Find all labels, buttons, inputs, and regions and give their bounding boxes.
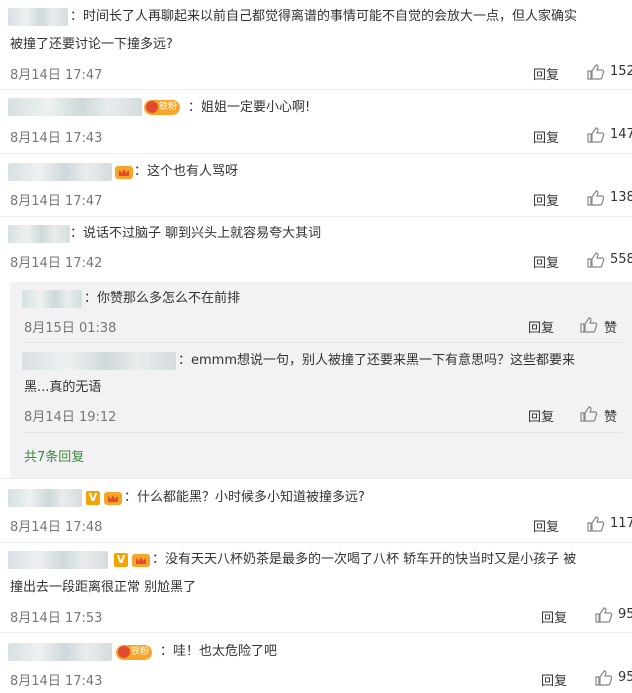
reply-button[interactable]: 回复 (528, 406, 554, 425)
thumbs-up-icon[interactable] (580, 406, 598, 422)
like-count: 95 (618, 607, 632, 622)
like-count: 558 (610, 252, 632, 267)
comment-text-cont: 撞出去一段距离很正常 别尬黑了 (10, 580, 197, 595)
comment-time: 8月14日 17:43 (10, 131, 103, 146)
v-badge-icon: V (114, 553, 128, 567)
level-crown-icon (132, 554, 150, 567)
v-badge-icon: V (86, 491, 100, 505)
like-count: 138 (610, 190, 632, 205)
sub-reply-text-cont: 黑...真的无语 (24, 380, 102, 395)
comment-text: ：什么都能黑？小时候多小知道被撞多远? (124, 490, 365, 505)
thumbs-up-icon[interactable] (587, 190, 605, 206)
reply-button[interactable]: 回复 (533, 127, 559, 146)
reply-button[interactable]: 回复 (533, 64, 559, 83)
username-blurred[interactable] (8, 489, 82, 507)
thumbs-up-icon[interactable] (595, 607, 613, 623)
username-blurred[interactable] (8, 225, 70, 243)
comment-time: 8月14日 17:43 (10, 674, 103, 689)
username-blurred[interactable] (22, 290, 82, 308)
comment-time: 8月14日 17:48 (10, 520, 103, 535)
comment-time: 8月14日 17:53 (10, 611, 103, 626)
fan-badge-label: 铁粉 (159, 102, 178, 112)
like-label[interactable]: 赞 (604, 317, 617, 336)
comment-text: ：这个也有人骂呀 (134, 164, 239, 179)
comment-text-cont: 被撞了还要讨论一下撞多远? (10, 37, 173, 52)
comment-time: 8月14日 17:47 (10, 194, 103, 209)
like-count: 117 (610, 516, 632, 531)
level-crown-icon (104, 492, 122, 505)
sub-reply-time: 8月14日 19:12 (24, 410, 117, 425)
divider (0, 542, 632, 543)
comment-text: ：没有天天八杯奶茶是最多的一次喝了八杯 轿车开的快当时又是小孩子 被 (152, 552, 577, 567)
divider (0, 632, 632, 633)
username-blurred[interactable] (22, 352, 176, 370)
like-count: 147 (610, 127, 632, 142)
reply-button[interactable]: 回复 (533, 516, 559, 535)
fan-heart-icon (146, 101, 158, 113)
fan-heart-icon (118, 646, 130, 658)
more-replies-link[interactable]: 共7条回复 (24, 446, 84, 465)
comment-time: 8月14日 17:47 (10, 68, 103, 83)
sub-replies-panel (10, 282, 632, 478)
reply-button[interactable]: 回复 (541, 607, 567, 626)
divider (22, 342, 622, 343)
thumbs-up-icon[interactable] (587, 64, 605, 80)
like-count: 152 (610, 64, 632, 79)
thumbs-up-icon[interactable] (580, 317, 598, 333)
reply-button[interactable]: 回复 (541, 670, 567, 689)
divider (0, 478, 632, 479)
username-blurred[interactable] (8, 8, 68, 26)
like-label[interactable]: 赞 (604, 406, 617, 425)
comment-text: ：姐姐一定要小心啊! (188, 100, 311, 115)
thumbs-up-icon[interactable] (595, 670, 613, 686)
level-crown-icon (115, 166, 133, 179)
username-blurred[interactable] (8, 163, 112, 181)
fan-badge: 铁粉 (116, 645, 153, 660)
reply-button[interactable]: 回复 (533, 190, 559, 209)
username-blurred[interactable] (8, 551, 108, 569)
sub-reply-time: 8月15日 01:38 (24, 321, 117, 336)
reply-button[interactable]: 回复 (533, 252, 559, 271)
username-blurred[interactable] (8, 98, 142, 116)
thumbs-up-icon[interactable] (587, 252, 605, 268)
divider (0, 216, 632, 217)
sub-reply-text: ：你赞那么多怎么不在前排 (84, 291, 241, 306)
fan-badge: 铁粉 (144, 100, 181, 115)
thumbs-up-icon[interactable] (587, 127, 605, 143)
like-count: 95 (618, 670, 632, 685)
comment-text: ：说话不过脑子 聊到兴头上就容易夸大其词 (70, 226, 322, 241)
sub-reply-text: ：emmm想说一句，别人被撞了还要来黑一下有意思吗？这些都要来 (178, 353, 575, 368)
comment-time: 8月14日 17:42 (10, 256, 103, 271)
fan-badge-label: 铁粉 (131, 647, 150, 657)
divider (0, 153, 632, 154)
comment-text: ：时间长了人再聊起来以前自己都觉得离谱的事情可能不自觉的会放大一点，但人家确实 (70, 9, 578, 24)
comment-text: ：哇！也太危险了吧 (160, 644, 278, 659)
divider (22, 432, 622, 433)
reply-button[interactable]: 回复 (528, 317, 554, 336)
thumbs-up-icon[interactable] (587, 516, 605, 532)
divider (0, 89, 632, 90)
username-blurred[interactable] (8, 643, 112, 661)
